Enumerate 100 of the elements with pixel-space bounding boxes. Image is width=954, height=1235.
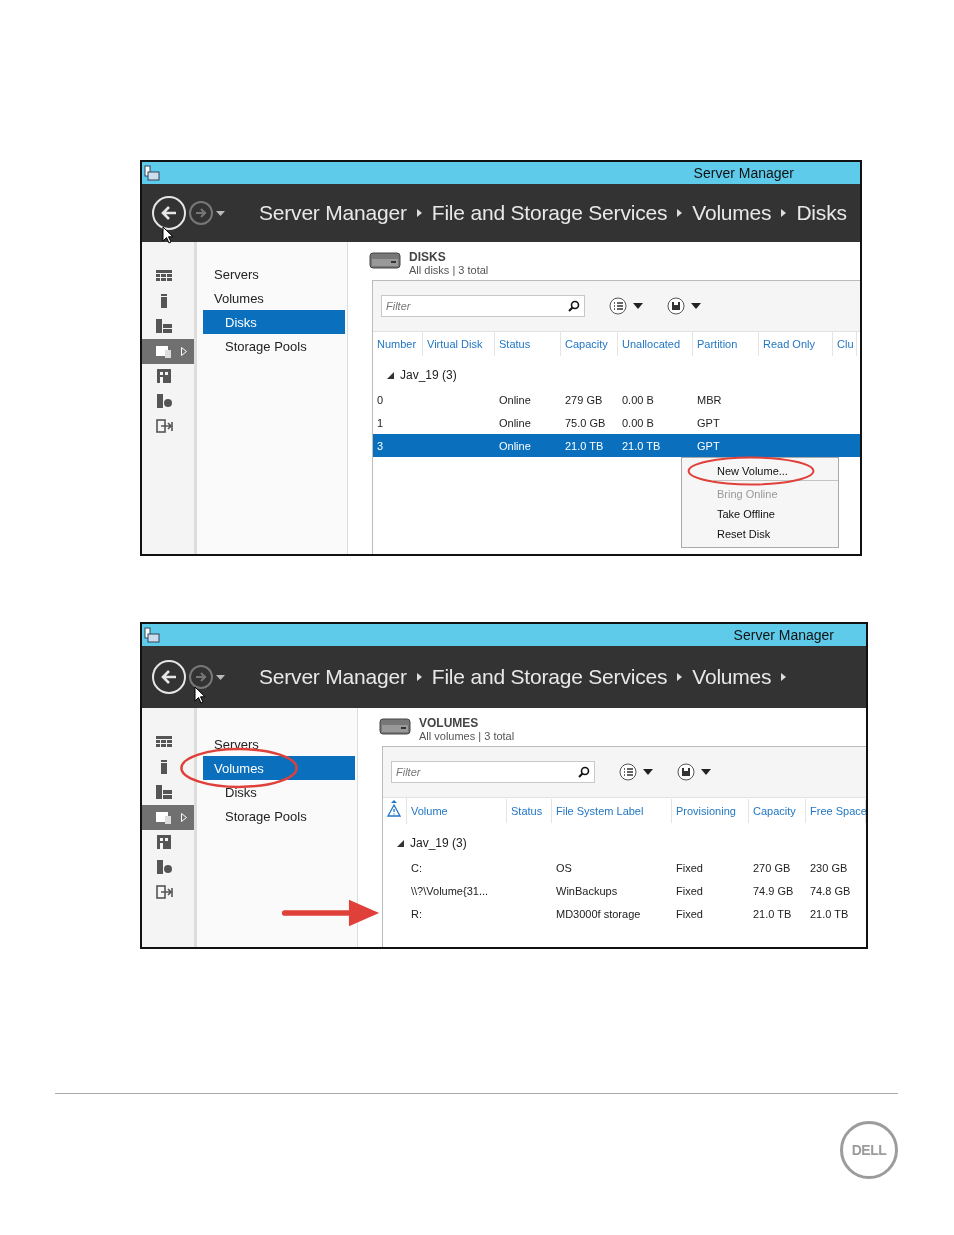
nav-item[interactable]: Storage Pools	[203, 334, 345, 358]
caret-icon[interactable]	[216, 210, 225, 216]
column-header[interactable]: Virtual Disk	[423, 332, 495, 356]
caret-icon[interactable]	[216, 674, 225, 680]
nav-item[interactable]: Volumes	[203, 756, 355, 780]
table-cell-text: 0	[376, 393, 385, 406]
chevron-icon	[781, 673, 787, 681]
rail-item[interactable]	[142, 805, 194, 830]
column-header[interactable]: Partition	[693, 332, 759, 356]
collapse-icon[interactable]	[397, 839, 404, 847]
chevron-icon	[677, 209, 683, 217]
logo-text: DELL	[851, 1142, 887, 1158]
nav-item[interactable]: Disks	[203, 310, 345, 334]
menu-item[interactable]: Take Offline	[682, 504, 838, 524]
nav-item[interactable]: Disks	[203, 780, 355, 804]
table-cell-text: Online	[498, 393, 532, 406]
back-button[interactable]	[152, 660, 186, 694]
menu-item[interactable]: Reset Disk	[682, 524, 838, 544]
search-icon	[578, 766, 590, 778]
expand-arrow-icon	[181, 813, 187, 822]
table-row[interactable]: C: OS Fixed 270 GB 230 GB	[383, 856, 866, 879]
section-title: DISKS	[409, 250, 447, 264]
breadcrumb-item[interactable]: Volumes	[692, 201, 772, 225]
table-cell-text: 21.0 TB	[564, 439, 605, 452]
window-title: Server Manager	[693, 165, 794, 181]
search-icon	[568, 300, 580, 312]
breadcrumb-item[interactable]: Server Manager	[259, 201, 407, 225]
save-menu-button[interactable]	[677, 763, 711, 781]
section-subtitle: All disks | 3 total	[409, 264, 489, 276]
breadcrumb-item[interactable]: File and Storage Services	[431, 201, 668, 225]
arrow-icon	[194, 670, 208, 684]
chevron-icon	[677, 673, 683, 681]
filter-field[interactable]: Filter	[381, 295, 585, 317]
export-icon[interactable]	[156, 885, 173, 900]
table-row[interactable]: R: MD3000f storage Fixed 21.0 TB 21.0 TB	[383, 902, 866, 925]
nav-item[interactable]: Storage Pools	[203, 804, 355, 828]
table-cell-text: 21.0 TB	[809, 907, 850, 920]
table-cell-text: 230 GB	[809, 861, 849, 874]
servers-icon[interactable]	[156, 785, 173, 800]
expand-arrow-icon	[181, 347, 187, 356]
table-cell-text: 1	[376, 416, 385, 429]
table-cell-text: Online	[498, 416, 532, 429]
table-row[interactable]: 0 Online 279 GB 0.00 B MBR	[373, 388, 860, 411]
column-header[interactable]: Read Only	[759, 332, 833, 356]
collapse-icon[interactable]	[387, 371, 394, 379]
breadcrumb-item[interactable]: Disks	[796, 201, 847, 225]
forward-button[interactable]	[189, 201, 213, 225]
table-cell-text: Fixed	[675, 861, 704, 874]
table-cell-text: 3	[376, 439, 385, 452]
column-header[interactable]: Status	[495, 332, 561, 356]
column-header[interactable]: Capacity	[561, 332, 618, 356]
nav-item[interactable]: Volumes	[203, 286, 345, 310]
list-icon	[609, 297, 627, 315]
column-header[interactable]: Capacity	[749, 799, 806, 823]
list-icon	[619, 763, 637, 781]
table-cell-text: R:	[410, 907, 423, 920]
building-icon[interactable]	[156, 835, 173, 850]
table-row[interactable]: \\?\Volume{31... WinBackups Fixed 74.9 GB 74.8 GB	[383, 879, 866, 902]
table-cell-text: Fixed	[675, 884, 704, 897]
caret-icon	[643, 769, 653, 775]
view-menu-button[interactable]	[619, 763, 653, 781]
breadcrumb-item[interactable]: Volumes	[692, 665, 772, 689]
table-cell-text: 0.00 B	[621, 393, 655, 406]
table-cell-text: OS	[555, 861, 573, 874]
nav-item[interactable]: Servers	[203, 262, 345, 286]
dashboard-icon[interactable]	[156, 735, 173, 750]
column-header[interactable]: Number	[373, 332, 423, 356]
column-header[interactable]: Clu	[833, 332, 857, 356]
export-icon[interactable]	[156, 419, 173, 434]
column-header[interactable]: Provisioning	[672, 799, 749, 823]
dashboard-icon[interactable]	[156, 269, 173, 284]
chevron-icon	[416, 209, 422, 217]
caret-icon	[633, 303, 643, 309]
building-icon[interactable]	[156, 369, 173, 384]
breadcrumb-item[interactable]: File and Storage Services	[431, 665, 668, 689]
filter-field[interactable]: Filter	[391, 761, 595, 783]
table-cell-text: 21.0 TB	[752, 907, 793, 920]
column-header[interactable]: File System Label	[552, 799, 672, 823]
table-cell-text: 74.9 GB	[752, 884, 795, 897]
cursor-icon	[194, 686, 206, 704]
column-header[interactable]: Unallocated	[618, 332, 693, 356]
breadcrumb-item[interactable]: Server Manager	[259, 665, 407, 689]
table-cell-text: GPT	[696, 439, 721, 452]
view-menu-button[interactable]	[609, 297, 643, 315]
table-cell-text: Fixed	[675, 907, 704, 920]
save-icon	[667, 297, 685, 315]
section-title: VOLUMES	[419, 716, 480, 730]
app-icon	[144, 165, 160, 181]
caret-icon	[691, 303, 701, 309]
column-header[interactable]: Volume	[407, 799, 507, 823]
table-row[interactable]: 3 Online 21.0 TB 21.0 TB GPT	[373, 434, 860, 457]
table-cell-text: 0.00 B	[621, 416, 655, 429]
rail-item[interactable]	[142, 339, 194, 364]
column-header[interactable]: Free Space	[806, 799, 866, 823]
chevron-icon	[416, 673, 422, 681]
save-menu-button[interactable]	[667, 297, 701, 315]
servers-icon[interactable]	[156, 319, 173, 334]
table-row[interactable]: 1 Online 75.0 GB 0.00 B GPT	[373, 411, 860, 434]
column-header[interactable]: Status	[507, 799, 552, 823]
menu-item[interactable]: New Volume...	[682, 461, 838, 481]
